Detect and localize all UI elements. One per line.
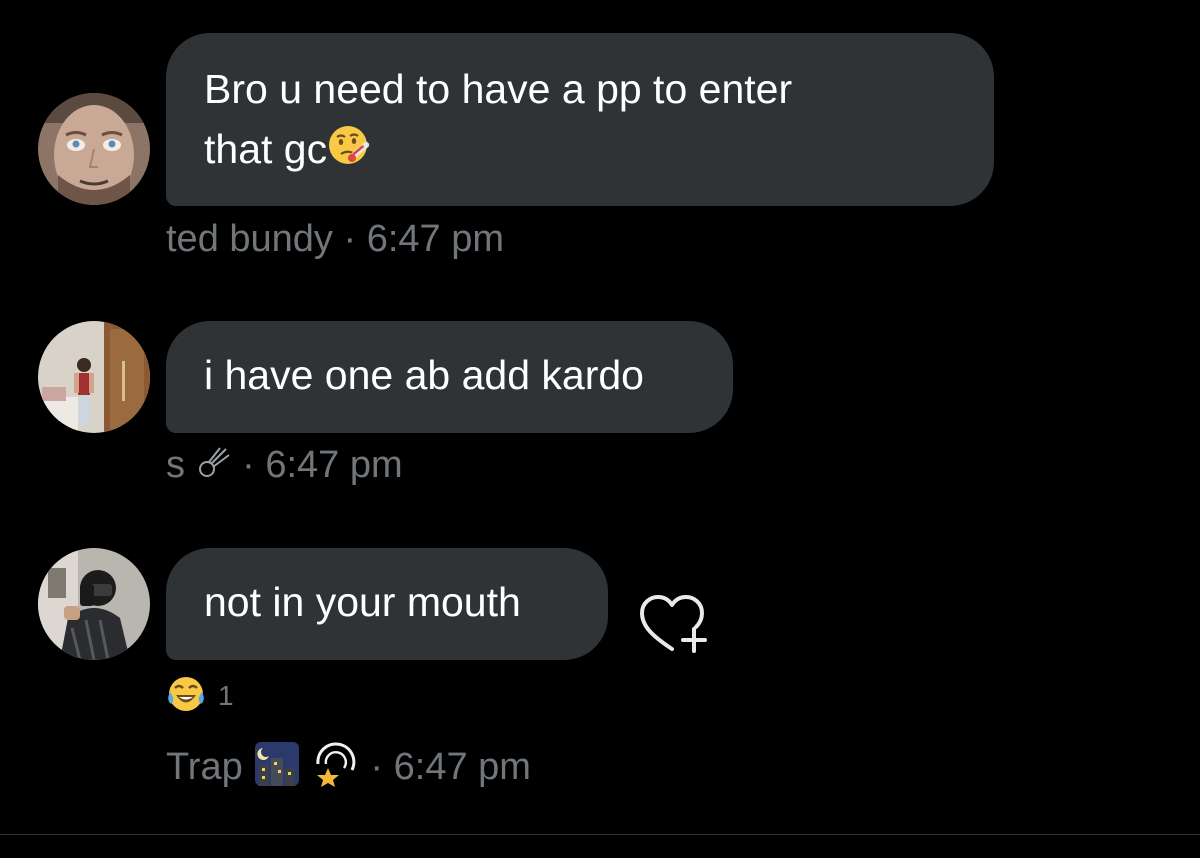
sender-name[interactable]: s bbox=[166, 444, 185, 486]
message-text: that gc bbox=[204, 126, 328, 172]
avatar[interactable] bbox=[38, 93, 150, 205]
dizzy-star-icon bbox=[312, 740, 360, 798]
message-meta: Trap · 6:47 pm bbox=[166, 740, 531, 798]
avatar[interactable] bbox=[38, 548, 150, 660]
avatar[interactable] bbox=[38, 321, 150, 433]
sender-name[interactable]: Trap bbox=[166, 746, 243, 788]
message-text: not in your mouth bbox=[204, 579, 521, 625]
message-bubble[interactable]: not in your mouth bbox=[166, 548, 608, 660]
meta-separator: · bbox=[242, 444, 255, 487]
message-time: 6:47 pm bbox=[265, 444, 403, 487]
message-meta: ted bundy · 6:47 pm bbox=[166, 218, 504, 261]
message-meta: s · 6:47 pm bbox=[166, 444, 403, 490]
message-time: 6:47 pm bbox=[393, 746, 531, 789]
message-text-line1: Bro u need to have a pp to enter bbox=[204, 66, 793, 112]
night-city-icon bbox=[253, 740, 301, 798]
message-text-line2: that gc bbox=[204, 119, 958, 183]
heart-plus-icon bbox=[640, 595, 707, 653]
sender-name[interactable]: ted bundy bbox=[166, 218, 333, 260]
add-reaction-button[interactable] bbox=[634, 589, 710, 659]
comet-icon bbox=[196, 444, 232, 490]
message-time: 6:47 pm bbox=[366, 218, 505, 260]
meta-separator: · bbox=[370, 746, 384, 789]
face-with-thermometer-icon bbox=[327, 121, 373, 183]
reaction-count: 1 bbox=[218, 680, 234, 711]
message-bubble[interactable]: i have one ab add kardo bbox=[166, 321, 733, 433]
message-text: i have one ab add kardo bbox=[204, 352, 644, 398]
reaction-badge[interactable]: 1 bbox=[166, 676, 234, 716]
face-with-tears-of-joy-icon bbox=[166, 674, 206, 719]
bottom-divider bbox=[0, 834, 1200, 835]
meta-separator: · bbox=[343, 218, 357, 260]
message-bubble[interactable]: Bro u need to have a pp to enter that gc bbox=[166, 33, 994, 206]
